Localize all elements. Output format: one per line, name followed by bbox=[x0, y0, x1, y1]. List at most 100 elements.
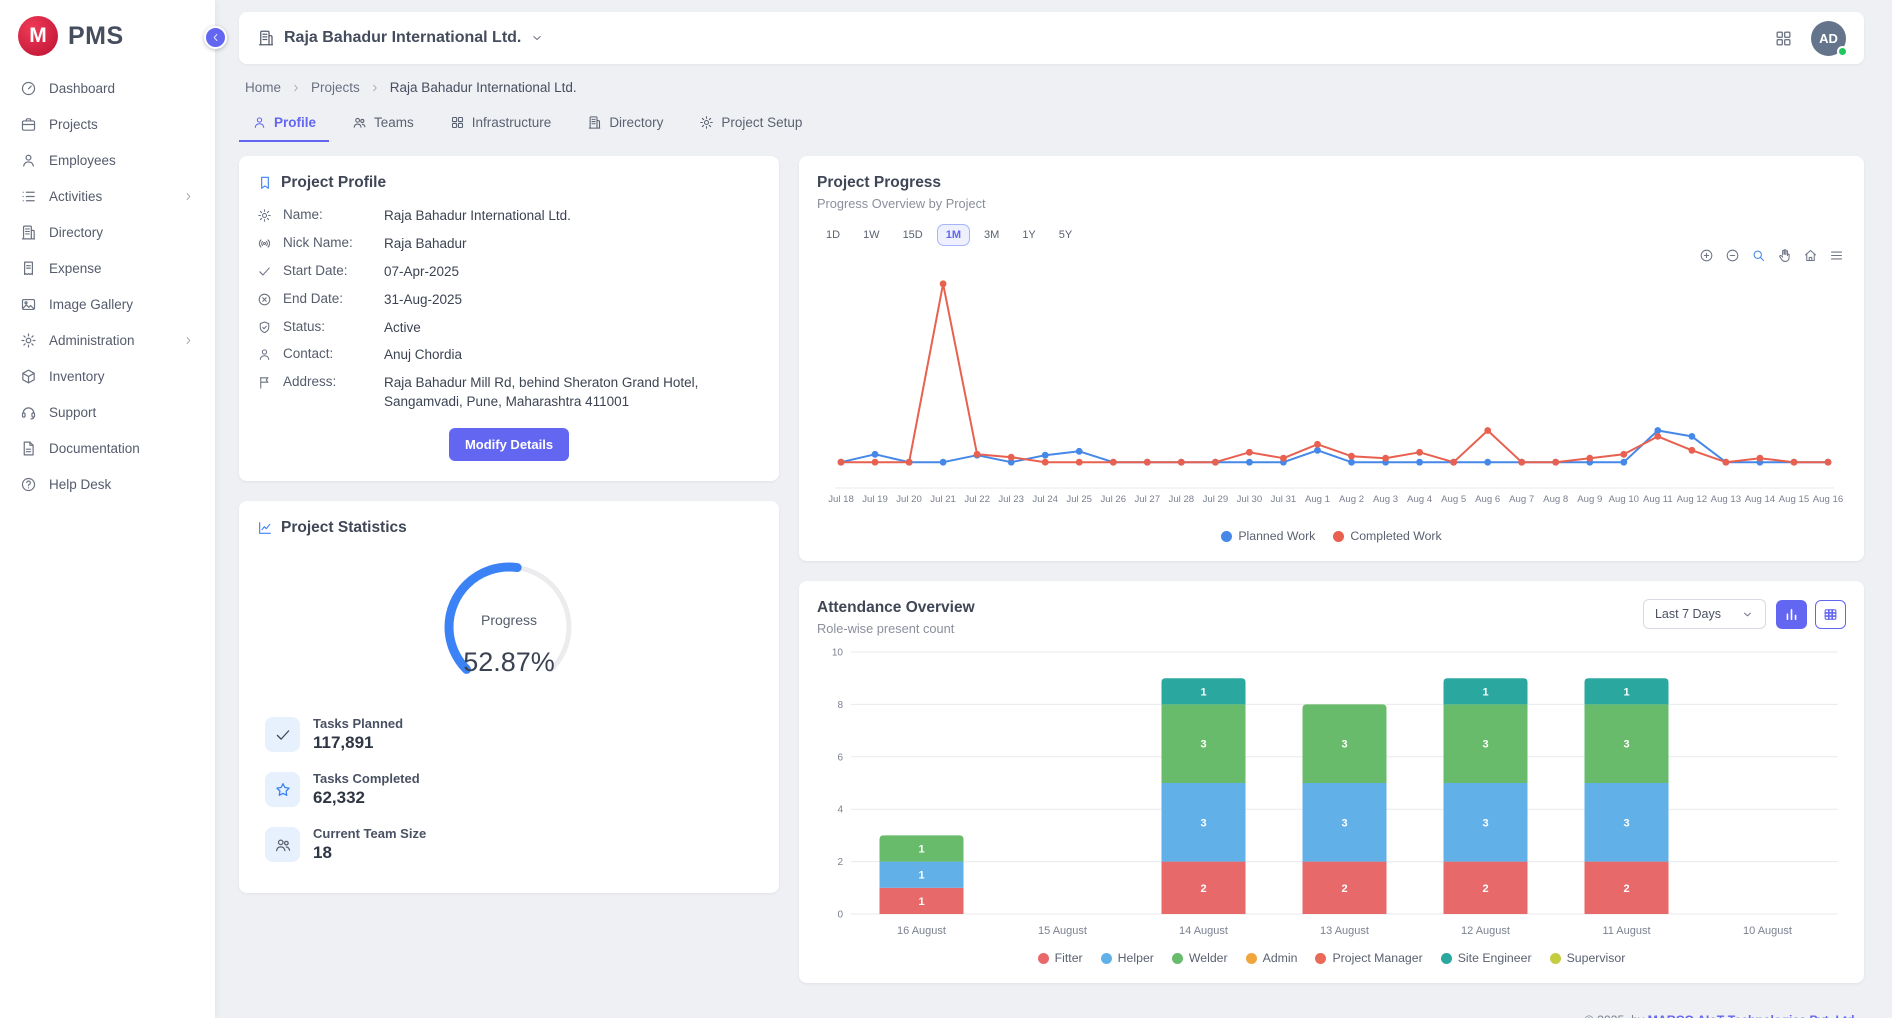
star-icon bbox=[274, 781, 292, 799]
range-button-1d[interactable]: 1D bbox=[817, 224, 849, 246]
stat-value: 18 bbox=[313, 843, 426, 863]
table-view-button[interactable] bbox=[1815, 600, 1846, 629]
apps-grid-button[interactable] bbox=[1774, 29, 1793, 48]
legend-item-fitter[interactable]: Fitter bbox=[1038, 951, 1083, 965]
range-button-1y[interactable]: 1Y bbox=[1013, 224, 1044, 246]
tab-profile[interactable]: Profile bbox=[239, 105, 329, 142]
project-progress-card: Project Progress Progress Overview by Pr… bbox=[799, 156, 1864, 561]
modify-details-button[interactable]: Modify Details bbox=[449, 428, 569, 461]
date-range-select[interactable]: Last 7 Days bbox=[1643, 599, 1766, 629]
flag-icon bbox=[257, 375, 272, 390]
svg-text:Jul 24: Jul 24 bbox=[1032, 494, 1058, 505]
legend-dot bbox=[1246, 953, 1257, 964]
svg-text:3: 3 bbox=[1200, 817, 1206, 829]
tab-label: Profile bbox=[274, 115, 316, 130]
svg-text:Aug 14: Aug 14 bbox=[1745, 494, 1776, 505]
field-value: Active bbox=[384, 319, 761, 338]
range-button-1w[interactable]: 1W bbox=[854, 224, 889, 246]
stat-label: Current Team Size bbox=[313, 826, 426, 841]
attendance-chart[interactable]: 024681011116 August15 August233114 Augus… bbox=[817, 642, 1846, 947]
tab-project-setup[interactable]: Project Setup bbox=[686, 105, 815, 142]
legend-item-supervisor[interactable]: Supervisor bbox=[1550, 951, 1626, 965]
sidebar-collapse-button[interactable] bbox=[204, 26, 227, 49]
activities-icon bbox=[20, 188, 37, 205]
company-selector[interactable]: Raja Bahadur International Ltd. bbox=[257, 29, 544, 47]
zoom-in-button[interactable] bbox=[1699, 248, 1714, 263]
svg-text:Aug 1: Aug 1 bbox=[1305, 494, 1330, 505]
tab-infrastructure[interactable]: Infrastructure bbox=[437, 105, 565, 142]
inventory-icon bbox=[20, 368, 37, 385]
directory-icon bbox=[587, 115, 602, 130]
breadcrumb-item-projects[interactable]: Projects bbox=[311, 80, 360, 95]
projects-icon bbox=[20, 116, 37, 133]
apps-grid-icon bbox=[450, 115, 465, 130]
legend-item-helper[interactable]: Helper bbox=[1101, 951, 1154, 965]
menu-button[interactable] bbox=[1829, 248, 1844, 263]
selection-zoom-icon bbox=[1751, 248, 1766, 263]
sidebar-item-expense[interactable]: Expense bbox=[10, 252, 205, 285]
star-icon bbox=[265, 772, 300, 807]
footer: © 2025, by MARCO AIoT Technologies Pvt. … bbox=[799, 1011, 1864, 1018]
footer-company-link[interactable]: MARCO AIoT Technologies Pvt. Ltd. bbox=[1648, 1013, 1858, 1018]
legend-item-planned-work[interactable]: Planned Work bbox=[1221, 529, 1315, 543]
sidebar-item-activities[interactable]: Activities bbox=[10, 180, 205, 213]
project-progress-chart[interactable]: Jul 18Jul 19Jul 20Jul 21Jul 22Jul 23Jul … bbox=[817, 252, 1846, 525]
svg-text:Jul 20: Jul 20 bbox=[896, 494, 922, 505]
svg-text:Progress: Progress bbox=[481, 612, 537, 628]
reset-zoom-button[interactable] bbox=[1803, 248, 1818, 263]
range-button-5y[interactable]: 5Y bbox=[1050, 224, 1081, 246]
tab-teams[interactable]: Teams bbox=[339, 105, 427, 142]
profile-fields: Name:Raja Bahadur International Ltd.Nick… bbox=[257, 207, 761, 412]
svg-text:Jul 22: Jul 22 bbox=[964, 494, 990, 505]
legend-label: Completed Work bbox=[1350, 529, 1441, 543]
svg-text:Jul 23: Jul 23 bbox=[998, 494, 1024, 505]
sidebar-item-inventory[interactable]: Inventory bbox=[10, 360, 205, 393]
svg-text:Aug 5: Aug 5 bbox=[1441, 494, 1466, 505]
sidebar-item-documentation[interactable]: Documentation bbox=[10, 432, 205, 465]
range-button-15d[interactable]: 15D bbox=[894, 224, 932, 246]
field-label: Nick Name: bbox=[283, 235, 373, 250]
sidebar-item-employees[interactable]: Employees bbox=[10, 144, 205, 177]
svg-text:Aug 12: Aug 12 bbox=[1677, 494, 1707, 505]
svg-text:Jul 29: Jul 29 bbox=[1203, 494, 1229, 505]
tab-label: Directory bbox=[609, 115, 663, 130]
sidebar-nav: Dashboard Projects EmployeesActivitiesDire… bbox=[0, 68, 215, 508]
sidebar-item-support[interactable]: Support bbox=[10, 396, 205, 429]
legend-item-admin[interactable]: Admin bbox=[1246, 951, 1298, 965]
svg-text:2: 2 bbox=[837, 857, 843, 868]
zoom-out-button[interactable] bbox=[1725, 248, 1740, 263]
legend-item-welder[interactable]: Welder bbox=[1172, 951, 1228, 965]
attendance-legend: Fitter Helper Welder Admin Project Manager Si… bbox=[817, 951, 1846, 965]
app-logo[interactable]: M PMS bbox=[0, 0, 215, 68]
sidebar-item-label: Projects bbox=[49, 117, 98, 132]
range-button-1m[interactable]: 1M bbox=[937, 224, 970, 246]
svg-text:1: 1 bbox=[918, 896, 924, 908]
sidebar-item-administration[interactable]: Administration bbox=[10, 324, 205, 357]
content: Project Profile Name:Raja Bahadur Intern… bbox=[239, 156, 1864, 1018]
sidebar-item-directory[interactable]: Directory bbox=[10, 216, 205, 249]
tab-directory[interactable]: Directory bbox=[574, 105, 676, 142]
legend-item-completed-work[interactable]: Completed Work bbox=[1333, 529, 1441, 543]
support-icon bbox=[20, 404, 37, 421]
range-button-3m[interactable]: 3M bbox=[975, 224, 1008, 246]
sidebar-item-dashboard[interactable]: Dashboard bbox=[10, 72, 205, 105]
sidebar-item-help-desk[interactable]: Help Desk bbox=[10, 468, 205, 501]
attendance-subtitle: Role-wise present count bbox=[817, 621, 975, 636]
svg-text:16 August: 16 August bbox=[897, 925, 946, 937]
svg-text:14 August: 14 August bbox=[1179, 925, 1228, 937]
logo-text: PMS bbox=[68, 22, 124, 51]
legend-item-site-engineer[interactable]: Site Engineer bbox=[1441, 951, 1532, 965]
svg-text:12 August: 12 August bbox=[1461, 925, 1510, 937]
svg-text:11 August: 11 August bbox=[1602, 925, 1650, 937]
team-icon bbox=[274, 836, 292, 854]
selection-zoom-button[interactable] bbox=[1751, 248, 1766, 263]
avatar[interactable]: AD bbox=[1811, 21, 1846, 56]
employees-icon bbox=[20, 152, 37, 169]
pan-button[interactable] bbox=[1777, 248, 1792, 263]
breadcrumb-item-home[interactable]: Home bbox=[245, 80, 281, 95]
legend-item-project-manager[interactable]: Project Manager bbox=[1315, 951, 1422, 965]
svg-text:13 August: 13 August bbox=[1320, 925, 1369, 937]
sidebar-item-projects[interactable]: Projects bbox=[10, 108, 205, 141]
bar-chart-view-button[interactable] bbox=[1776, 600, 1807, 629]
sidebar-item-image-gallery[interactable]: Image Gallery bbox=[10, 288, 205, 321]
